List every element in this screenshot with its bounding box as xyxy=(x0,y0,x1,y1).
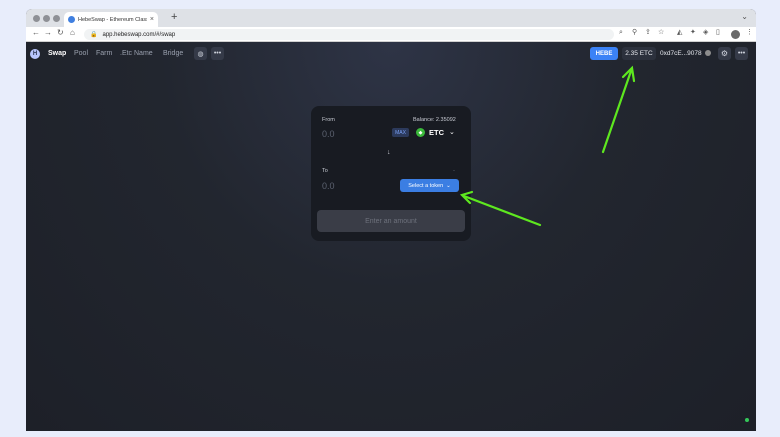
profile-avatar[interactable] xyxy=(731,30,740,39)
reload-icon[interactable]: ↻ xyxy=(57,29,64,37)
max-button[interactable]: MAX xyxy=(392,128,409,137)
etc-balance-button[interactable]: 2.35 ETC xyxy=(622,47,656,60)
swap-card: From Balance: 2.35092 0.0 MAX ◆ ETC ⌄ ↓ … xyxy=(311,106,471,241)
window-minimize-dot[interactable] xyxy=(43,15,50,22)
nav-farm[interactable]: Farm xyxy=(96,50,112,57)
nav-swap[interactable]: Swap xyxy=(48,50,66,57)
wallet-address[interactable]: 0xd7cE...9078 xyxy=(660,50,702,57)
side-panel-icon[interactable]: ▯ xyxy=(716,29,720,37)
share-icon[interactable]: ⇪ xyxy=(645,29,651,37)
app-header: H Swap Pool Farm .Etc Name Bridge ◍ ••• … xyxy=(26,42,756,66)
to-balance: - xyxy=(453,168,455,174)
to-amount-input[interactable]: 0.0 xyxy=(322,181,335,191)
nav-etc-name[interactable]: .Etc Name xyxy=(120,50,153,57)
magnifier-icon[interactable]: ⚲ xyxy=(632,29,637,37)
forward-icon[interactable]: → xyxy=(44,29,52,37)
browser-menu-icon[interactable]: ⋮ xyxy=(746,29,753,37)
back-icon[interactable]: ← xyxy=(32,29,40,37)
url-text: app.hebeswap.com/#/swap xyxy=(102,31,176,38)
window-maximize-dot[interactable] xyxy=(53,15,60,22)
hebeswap-app: H Swap Pool Farm .Etc Name Bridge ◍ ••• … xyxy=(26,42,756,431)
settings-gear-icon[interactable]: ⚙ xyxy=(718,47,731,60)
from-token-symbol[interactable]: ETC xyxy=(429,128,444,137)
tab-close-icon[interactable]: × xyxy=(150,16,154,23)
home-icon[interactable]: ⌂ xyxy=(70,29,75,37)
window-close-dot[interactable] xyxy=(33,15,40,22)
hebeswap-logo-icon[interactable]: H xyxy=(30,49,40,59)
wallet-more-button[interactable]: ••• xyxy=(735,47,748,60)
nav-bridge[interactable]: Bridge xyxy=(163,50,183,57)
chevron-down-icon[interactable]: ⌄ xyxy=(449,128,455,136)
globe-icon[interactable]: ◍ xyxy=(194,47,207,60)
extension-icon[interactable]: ◈ xyxy=(703,29,708,37)
lock-icon: 🔒 xyxy=(90,32,98,38)
new-tab-button[interactable]: + xyxy=(171,12,177,23)
more-menu-button[interactable]: ••• xyxy=(211,47,224,60)
wallet-avatar-icon xyxy=(705,50,711,56)
nav-pool[interactable]: Pool xyxy=(74,50,88,57)
metamask-extension-icon[interactable]: ◭ xyxy=(677,29,682,37)
network-status-dot xyxy=(745,418,749,422)
tab-title: HebeSwap - Ethereum Classic xyxy=(78,16,147,23)
etc-token-icon[interactable]: ◆ xyxy=(416,128,425,137)
from-amount-input[interactable]: 0.0 xyxy=(322,129,335,139)
address-bar: ← → ↻ ⌂ 🔒 app.hebeswap.com/#/swap ⌕ ⚲ ⇪ … xyxy=(26,27,756,42)
tab-bar: HebeSwap - Ethereum Classic × + ⌄ xyxy=(26,9,756,27)
to-label: To xyxy=(322,168,328,174)
select-token-label: Select a token xyxy=(408,182,444,189)
hebeswap-favicon-icon xyxy=(68,16,75,23)
chevron-down-icon: ⌄ xyxy=(446,182,451,189)
zoom-icon[interactable]: ⌕ xyxy=(619,29,623,37)
switch-arrow-icon[interactable]: ↓ xyxy=(387,149,391,156)
bookmark-star-icon[interactable]: ☆ xyxy=(658,29,664,37)
from-label: From xyxy=(322,117,335,123)
browser-window: HebeSwap - Ethereum Classic × + ⌄ ← → ↻ … xyxy=(26,9,756,431)
from-balance: Balance: 2.35092 xyxy=(413,117,456,123)
select-token-button[interactable]: Select a token ⌄ xyxy=(400,179,459,192)
extensions-puzzle-icon[interactable]: ✦ xyxy=(690,29,696,37)
url-field[interactable]: 🔒 app.hebeswap.com/#/swap xyxy=(84,29,614,40)
enter-amount-button[interactable]: Enter an amount xyxy=(317,210,465,232)
browser-tab[interactable]: HebeSwap - Ethereum Classic × xyxy=(64,12,158,27)
tab-search-icon[interactable]: ⌄ xyxy=(741,12,748,21)
hebe-token-button[interactable]: HEBE xyxy=(590,47,618,60)
